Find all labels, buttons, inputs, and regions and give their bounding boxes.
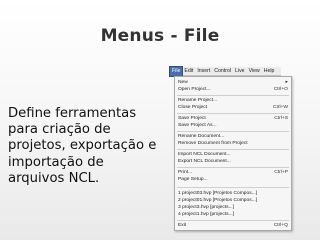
menu-item-label: Exit (178, 223, 187, 228)
menu-item-exit[interactable]: Exit Ctrl+Q (178, 222, 288, 229)
slide-body-text: Define ferramentas para criação de proje… (8, 106, 164, 187)
menu-item-shortcut: Ctrl+S (274, 116, 288, 121)
menu-item-shortcut: Ctrl+W (272, 105, 288, 110)
menu-item-label: 4 project1.hvp [projects...] (178, 212, 234, 217)
menu-item-save-project-as[interactable]: Save Project As... (178, 122, 288, 129)
menu-item-print[interactable]: Print... Ctrl+P (178, 169, 288, 176)
slide-title: Menus - File (100, 26, 220, 46)
menu-insert[interactable]: Insert (195, 67, 212, 76)
menu-item-shortcut: Ctrl+O (273, 87, 288, 92)
menu-item-shortcut: Ctrl+Q (273, 223, 288, 228)
menu-separator (177, 131, 289, 132)
menu-separator (177, 149, 289, 150)
menu-separator (177, 220, 289, 221)
menu-item-label: Page Setup... (178, 177, 208, 182)
menu-item-label: Print... (178, 170, 193, 175)
menu-item-label: Import NCL Document... (178, 152, 231, 157)
menu-item-save-project[interactable]: Save Project Ctrl+S (178, 115, 288, 122)
menu-item-label: Save Project As... (178, 123, 217, 128)
menu-item-label: Save Project (178, 116, 206, 121)
menu-item-recent-file[interactable]: 1 project03.hvp [Projetos Compos...] (178, 190, 288, 197)
body-line: projetos, exportação e (8, 138, 157, 154)
menu-item-new[interactable]: New ▸ (178, 79, 288, 86)
menu-item-label: Export NCL Document... (178, 159, 231, 164)
menu-help[interactable]: Help (262, 67, 277, 76)
menu-item-label: Rename Document... (178, 134, 225, 139)
menu-item-label: Close Project (178, 105, 208, 110)
menu-separator (177, 113, 289, 114)
menu-item-export-ncl[interactable]: Export NCL Document... (178, 158, 288, 165)
menu-live[interactable]: Live (233, 67, 247, 76)
file-menu-dropdown: New ▸ Open Project... Ctrl+O Rename Proj… (174, 76, 292, 231)
body-line: importação de (8, 154, 104, 170)
menu-item-recent-file[interactable]: 4 project1.hvp [projects...] (178, 211, 288, 218)
menu-file[interactable]: File (168, 65, 184, 77)
menu-item-rename-document[interactable]: Rename Document... (178, 133, 288, 140)
menu-item-label: Remove Document from Project (178, 141, 248, 146)
menu-item-label: New (178, 80, 188, 85)
menu-separator (177, 167, 289, 168)
body-line: Define ferramentas (8, 106, 137, 121)
menu-item-import-ncl[interactable]: Import NCL Document... (178, 151, 288, 158)
menu-separator (177, 187, 289, 188)
body-line: arquivos NCL. (8, 170, 100, 186)
menu-item-remove-document[interactable]: Remove Document from Project (178, 140, 288, 147)
menu-item-label: Rename Project... (178, 98, 218, 103)
menu-view[interactable]: View (247, 67, 262, 76)
menu-item-recent-file[interactable]: 2 project01.hvp [Projetos Compos...] (178, 197, 288, 204)
menu-item-label: 1 project03.hvp [Projetos Compos...] (178, 191, 258, 196)
body-line: para criação de (8, 122, 111, 138)
menu-item-page-setup[interactable]: Page Setup... (178, 176, 288, 183)
menu-item-rename-project[interactable]: Rename Project... (178, 97, 288, 104)
menu-item-label: 3 project3.hvp [projects...] (178, 205, 234, 210)
chevron-right-icon: ▸ (285, 80, 288, 85)
menu-item-label: Open Project... (178, 87, 211, 92)
menu-edit[interactable]: Edit (182, 67, 195, 76)
menu-item-label: 2 project01.hvp [Projetos Compos...] (178, 198, 258, 203)
menu-item-close-project[interactable]: Close Project Ctrl+W (178, 104, 288, 111)
menu-item-open-project[interactable]: Open Project... Ctrl+O (178, 86, 288, 93)
menu-control[interactable]: Control (212, 67, 233, 76)
menu-item-shortcut: Ctrl+P (274, 170, 288, 175)
menu-separator (177, 95, 289, 96)
menu-bar: File Edit Insert Control Live View Help (168, 65, 281, 77)
menu-item-recent-file[interactable]: 3 project3.hvp [projects...] (178, 204, 288, 211)
